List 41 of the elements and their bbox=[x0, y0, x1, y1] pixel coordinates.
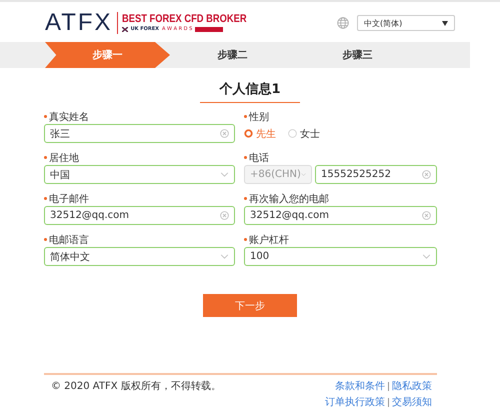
field-label: 电话 bbox=[249, 152, 269, 164]
chevron-down-icon bbox=[422, 254, 431, 259]
clear-icon[interactable] bbox=[422, 170, 431, 179]
chevron-down-icon bbox=[220, 172, 229, 177]
clear-icon[interactable] bbox=[220, 211, 229, 220]
select-field[interactable]: 中国 bbox=[44, 165, 235, 184]
field-label: 真实姓名 bbox=[49, 110, 89, 124]
radio-button[interactable] bbox=[244, 129, 253, 138]
chevron-down-icon bbox=[220, 254, 229, 259]
text-field[interactable]: 32512@qq.com bbox=[244, 206, 437, 225]
page-title: 个人信息1 bbox=[218, 81, 282, 98]
step-label: 步骤二 bbox=[216, 48, 248, 63]
text-field[interactable]: 张三 bbox=[44, 124, 235, 143]
select-field[interactable]: 100 bbox=[244, 247, 437, 266]
phone-field[interactable]: 15552525252 bbox=[315, 165, 437, 184]
step-label: 步骤三 bbox=[342, 48, 374, 63]
footer-link[interactable]: 订单执行政策 bbox=[325, 395, 385, 409]
step-label: 步骤一 bbox=[45, 42, 170, 68]
field-label: 再次输入您的电邮 bbox=[249, 192, 329, 206]
field-label: 居住地 bbox=[49, 152, 79, 164]
award-title: BEST FOREX CFD BROKER bbox=[122, 14, 246, 25]
field-label: 账户杠杆 bbox=[249, 234, 289, 246]
text-field[interactable]: 32512@qq.com bbox=[44, 206, 235, 225]
radio-button[interactable] bbox=[288, 129, 297, 138]
language-select[interactable]: 中文(简体) bbox=[357, 15, 455, 31]
clear-icon[interactable] bbox=[220, 129, 229, 138]
field-label: 电邮语言 bbox=[49, 234, 89, 246]
field-label: 电子邮件 bbox=[49, 192, 89, 206]
footer-link[interactable]: 条款和条件 bbox=[335, 379, 385, 393]
copyright-text: © 2020 ATFX 版权所有，不得转载。 bbox=[51, 380, 221, 394]
field-label: 性别 bbox=[249, 110, 269, 124]
globe-icon bbox=[337, 17, 349, 29]
chevron-down-icon bbox=[300, 172, 306, 177]
select-field[interactable]: 简体中文 bbox=[44, 247, 235, 266]
footer-link[interactable]: 交易须知 bbox=[392, 395, 432, 409]
dropdown-triangle-icon bbox=[442, 20, 448, 26]
logo: ATFX bbox=[45, 11, 113, 35]
award-badge bbox=[195, 27, 224, 32]
radio-label[interactable]: 女士 bbox=[300, 126, 320, 140]
footer-link[interactable]: 隐私政策 bbox=[392, 379, 432, 393]
clear-icon[interactable] bbox=[422, 211, 431, 220]
